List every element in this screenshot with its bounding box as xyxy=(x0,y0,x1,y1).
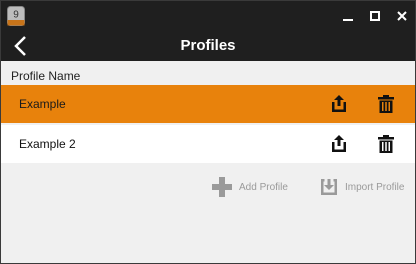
profiles-panel: Profile Name Example Example 2 Add Profi… xyxy=(1,61,415,261)
close-button[interactable] xyxy=(389,1,415,31)
app-icon: 9 xyxy=(7,6,25,26)
import-profile-button[interactable]: Import Profile xyxy=(319,176,404,198)
nav-bar: Profiles xyxy=(1,31,415,61)
app-window: 9 Profiles Profile Name Example Example … xyxy=(0,0,416,264)
maximize-button[interactable] xyxy=(362,1,388,31)
minimize-button[interactable] xyxy=(335,1,361,31)
trash-icon[interactable] xyxy=(376,94,396,114)
profile-row[interactable]: Example 2 xyxy=(1,125,415,163)
profile-name: Example xyxy=(19,97,66,111)
close-icon xyxy=(397,11,407,21)
column-header-profile-name: Profile Name xyxy=(11,69,81,83)
add-profile-button[interactable]: Add Profile xyxy=(211,176,288,198)
import-profile-label: Import Profile xyxy=(345,181,405,193)
plus-icon xyxy=(212,177,232,197)
title-bar: 9 xyxy=(1,1,415,31)
profile-name: Example 2 xyxy=(19,137,76,151)
profile-row[interactable]: Example xyxy=(1,85,415,123)
maximize-icon xyxy=(370,11,380,21)
import-icon xyxy=(321,179,337,195)
trash-icon[interactable] xyxy=(376,134,396,154)
app-badge: 9 xyxy=(13,10,19,21)
add-profile-label: Add Profile xyxy=(239,181,288,193)
minimize-icon xyxy=(343,19,353,21)
page-title: Profiles xyxy=(180,37,236,54)
export-icon[interactable] xyxy=(329,94,349,114)
export-icon[interactable] xyxy=(329,134,349,154)
